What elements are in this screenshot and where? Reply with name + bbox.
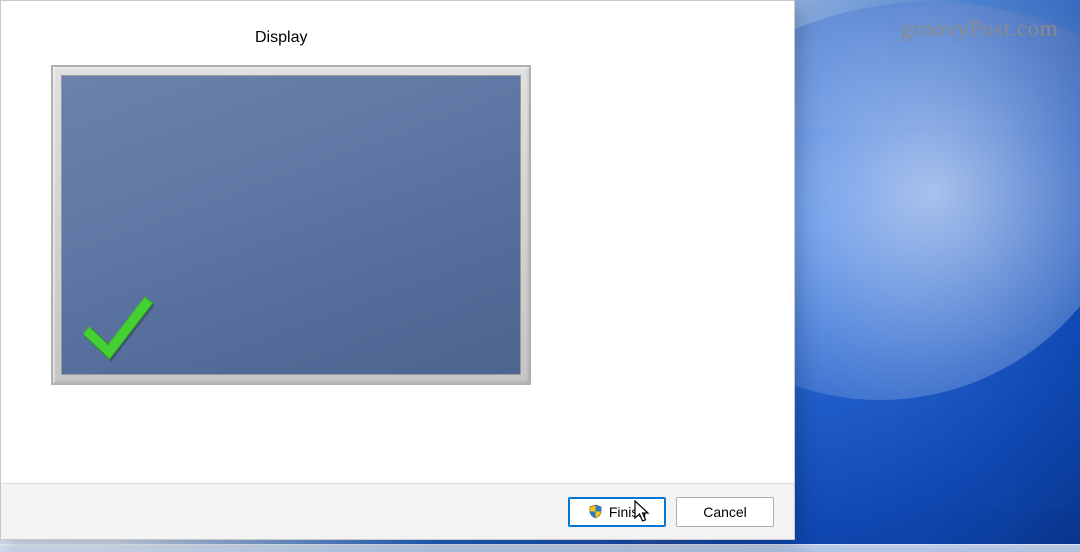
display-preview-label: Display xyxy=(255,29,307,47)
monitor-preview-frame xyxy=(51,65,531,385)
checkmark-icon xyxy=(84,294,154,364)
monitor-preview-screen xyxy=(61,75,521,375)
finish-button-label: Finish xyxy=(609,504,646,520)
dialog-content: Display xyxy=(1,1,794,483)
taskbar[interactable] xyxy=(0,544,1080,552)
finish-button[interactable]: Finish xyxy=(568,497,666,527)
dialog-button-bar: Finish Cancel xyxy=(1,483,794,539)
uac-shield-icon xyxy=(588,504,603,519)
cancel-button[interactable]: Cancel xyxy=(676,497,774,527)
cancel-button-label: Cancel xyxy=(703,504,747,520)
watermark-text: groovyPost.com xyxy=(901,16,1058,42)
display-calibration-dialog: Display xyxy=(0,0,795,540)
